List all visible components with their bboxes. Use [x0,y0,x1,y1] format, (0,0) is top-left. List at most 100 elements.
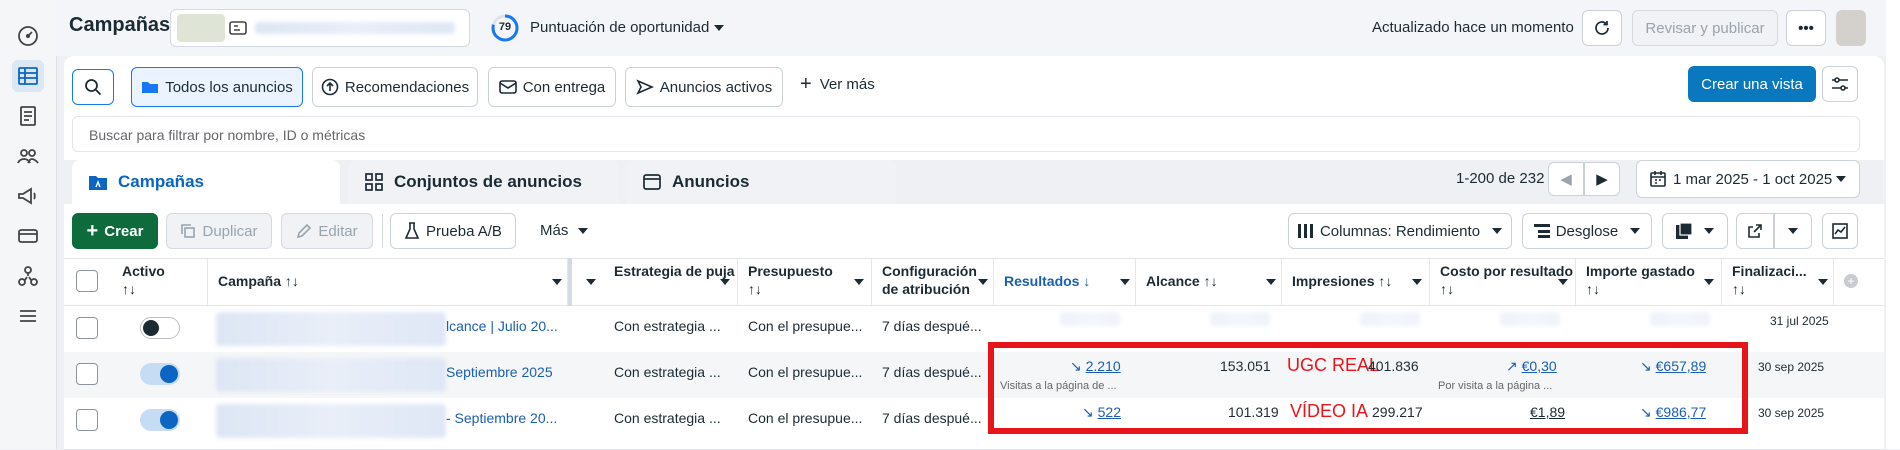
col-active-label: Activo [122,263,165,279]
more-menu[interactable]: Más [540,222,568,239]
date-range-picker[interactable]: 1 mar 2025 - 1 oct 2025 [1636,160,1860,198]
col-bid-chevron-down-icon[interactable] [720,279,730,285]
date-range-label: 1 mar 2025 - 1 oct 2025 [1673,170,1833,188]
col-header-active[interactable]: Activo ↑↓ [112,258,208,306]
col-header-results[interactable]: Resultados ↓ [994,258,1136,306]
col-hidden-chevron-down-icon[interactable] [586,279,596,285]
opportunity-score-label[interactable]: Puntuación de oportunidad [530,19,709,36]
row-checkbox[interactable] [76,317,98,339]
edit-button[interactable]: Editar [281,213,373,249]
campaign-name-blurred [216,358,446,392]
more-chevron-down-icon[interactable] [578,228,588,234]
col-campaign-chevron-down-icon[interactable] [552,279,562,285]
account-selector[interactable] [170,9,470,47]
spent-cell[interactable]: ↘ €657,89 [1640,358,1706,375]
filter-with-delivery[interactable]: Con entrega [488,67,616,107]
col-header-campaign[interactable]: Campaña ↑↓ [208,258,568,306]
tab-ads[interactable]: Anuncios [626,160,896,204]
spent-cell[interactable]: ↘ €986,77 [1640,404,1706,421]
results-cell[interactable]: ↘ 522 [1082,404,1121,421]
col-end-chevron-down-icon[interactable] [1818,279,1828,285]
end-date-cell: 31 jul 2025 [1770,314,1829,328]
filter-active-ads[interactable]: Anuncios activos [625,67,783,107]
columns-icon [1297,224,1313,238]
plus-icon: + [86,220,99,242]
cost-cell[interactable]: €1,89 [1530,404,1565,420]
col-attribution-chevron-down-icon[interactable] [978,279,988,285]
prev-page-button[interactable]: ◀ [1548,162,1584,196]
dashboard-gauge-icon[interactable] [12,20,44,52]
campaigns-table-icon[interactable] [12,60,44,92]
col-spent-chevron-down-icon[interactable] [1704,279,1714,285]
view-settings-button[interactable] [1822,66,1858,102]
spent-blurred [1650,312,1710,326]
chevron-left-icon: ◀ [1560,171,1572,188]
more-options-button[interactable]: ••• [1786,10,1826,46]
filter-all-ads[interactable]: Todos los anuncios [131,67,303,107]
see-more-link[interactable]: + Ver más [800,74,875,94]
review-publish-button[interactable]: Revisar y publicar [1632,10,1778,46]
active-toggle-off[interactable] [140,317,180,339]
col-header-amount-spent[interactable]: Importe gastado ↑↓ [1576,258,1722,306]
export-menu-button[interactable] [1774,213,1812,249]
search-button[interactable] [72,69,114,105]
col-results-chevron-down-icon[interactable] [1120,279,1130,285]
active-toggle-on[interactable] [140,363,180,385]
opportunity-score-ring[interactable]: 79 [490,13,520,46]
breakdown-chevron-down-icon [1630,228,1641,234]
business-settings-icon[interactable] [12,260,44,292]
billing-card-icon[interactable] [12,220,44,252]
results-cell[interactable]: ↘ 2.210 [1070,358,1121,375]
reach-cell: 101.319 [1228,404,1279,420]
col-spent-label: Importe gastado [1586,263,1695,279]
tab-adsets[interactable]: Conjuntos de anuncios [348,160,618,204]
active-toggle-on[interactable] [140,409,180,431]
select-all-checkbox[interactable] [76,270,98,292]
audiences-icon[interactable] [12,140,44,172]
attribution-cell: 7 días despué... [882,318,982,334]
filter-all-ads-label: Todos los anuncios [165,78,293,96]
export-button[interactable] [1736,213,1774,249]
menu-hamburger-icon[interactable] [12,300,44,332]
campaign-name[interactable]: - Septiembre 20... [446,410,564,426]
create-view-button[interactable]: Crear una vista [1688,66,1816,102]
row-checkbox[interactable] [76,409,98,431]
col-header-cost-per-result[interactable]: Costo por resultado ↑↓ [1430,258,1576,306]
ab-test-button[interactable]: Prueba A/B [390,213,516,249]
col-cost-chevron-down-icon[interactable] [1558,279,1568,285]
next-page-button[interactable]: ▶ [1584,162,1620,196]
col-reach-chevron-down-icon[interactable] [1266,279,1276,285]
charts-button[interactable] [1822,213,1858,249]
reports-icon[interactable] [12,100,44,132]
col-header-attribution[interactable]: Configuración de atribución [872,258,994,306]
col-header-budget[interactable]: Presupuesto ↑↓ [738,258,872,306]
attribution-cell: 7 días despué... [882,410,982,426]
see-more-label: Ver más [819,75,875,93]
bid-strategy-cell: Con estrategia ... [614,364,721,380]
breakdown-button[interactable]: Desglose [1522,213,1652,249]
avatar[interactable] [1836,10,1866,46]
date-chevron-down-icon [1836,176,1846,182]
reports-button[interactable] [1662,213,1728,249]
col-impressions-chevron-down-icon[interactable] [1412,279,1422,285]
refresh-button[interactable] [1582,10,1622,46]
campaign-name[interactable]: Septiembre 2025 [446,364,564,380]
megaphone-icon[interactable] [12,180,44,212]
add-column-icon[interactable]: + [1844,274,1858,288]
col-budget-chevron-down-icon[interactable] [854,279,864,285]
impressions-cell: 401.836 [1368,358,1419,374]
tab-campaigns[interactable]: Campañas [72,160,340,204]
campaign-name[interactable]: lcance | Julio 20... [446,318,564,334]
chevron-down-icon[interactable] [714,25,724,31]
filter-recommendations[interactable]: Recomendaciones [312,67,478,107]
cost-cell[interactable]: ↗ €0,30 [1506,358,1557,375]
row-checkbox[interactable] [76,363,98,385]
budget-cell: Con el presupue... [748,318,863,334]
col-header-reach[interactable]: Alcance ↑↓ [1136,258,1282,306]
col-header-bid-strategy[interactable]: Estrategia de puja [604,258,738,306]
metrics-search-input[interactable]: Buscar para filtrar por nombre, ID o mét… [72,116,1860,152]
columns-button[interactable]: Columnas: Rendimiento [1288,213,1512,249]
create-button[interactable]: + Crear [72,213,158,249]
duplicate-button[interactable]: Duplicar [166,213,272,249]
col-header-impressions[interactable]: Impresiones ↑↓ [1282,258,1430,306]
